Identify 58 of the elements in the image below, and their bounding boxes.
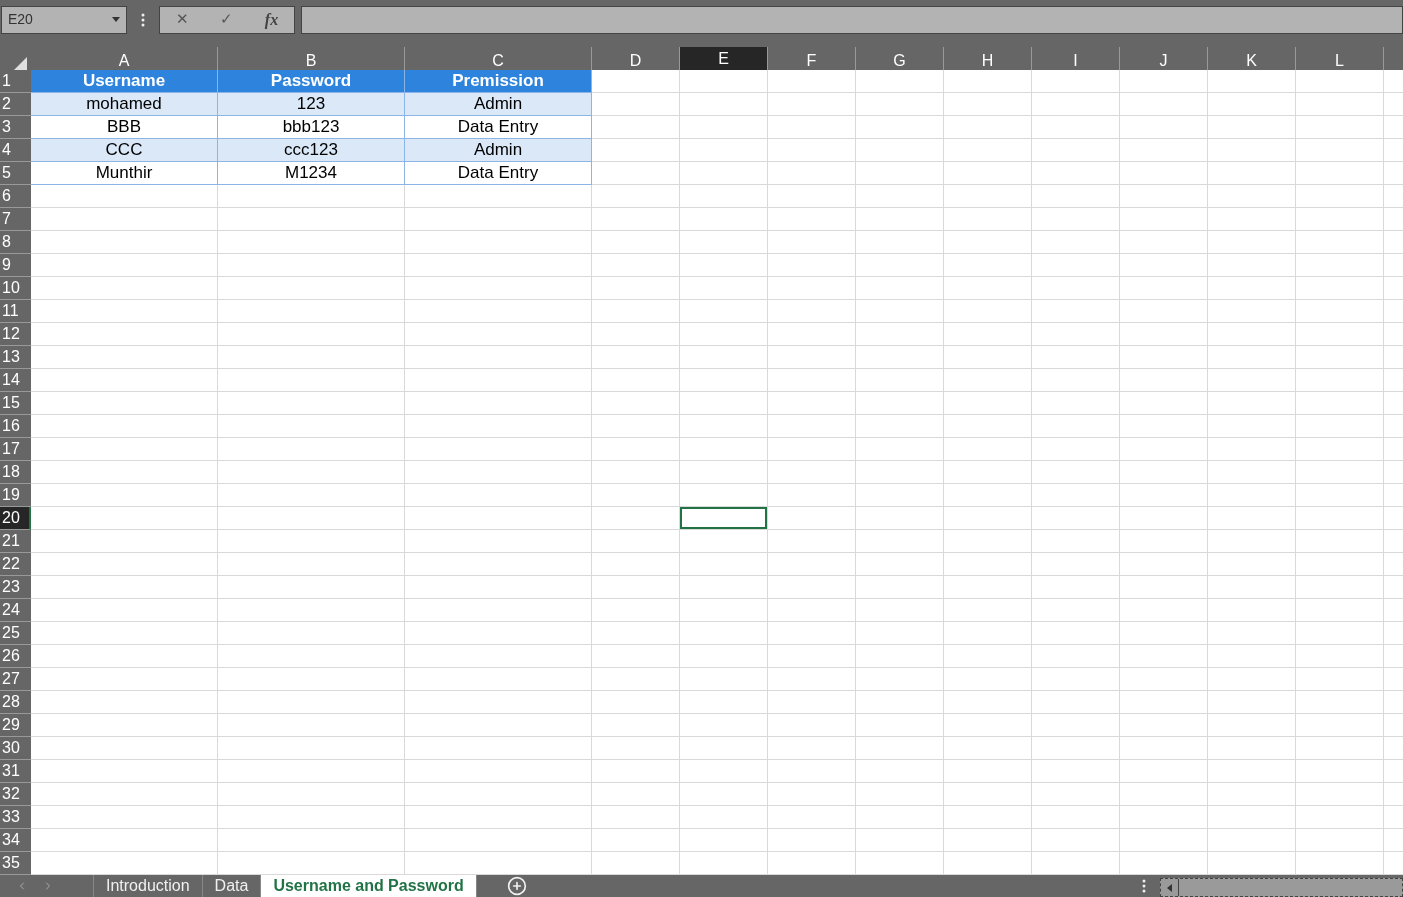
row-header[interactable]: 11 xyxy=(0,300,31,323)
table-cell: Admin xyxy=(405,139,591,161)
row-header[interactable]: 18 xyxy=(0,461,31,484)
row-header[interactable]: 29 xyxy=(0,714,31,737)
row-header[interactable]: 16 xyxy=(0,415,31,438)
name-box[interactable]: E20 xyxy=(1,5,127,34)
row-header[interactable]: 3 xyxy=(0,116,31,139)
table-cell: Admin xyxy=(405,93,591,115)
row-header[interactable]: 13 xyxy=(0,346,31,369)
table-cell: mohamed xyxy=(31,93,217,115)
row-header[interactable]: 34 xyxy=(0,829,31,852)
add-sheet-icon[interactable] xyxy=(506,876,527,896)
row-header[interactable]: 30 xyxy=(0,737,31,760)
row-header[interactable]: 19 xyxy=(0,484,31,507)
row-header[interactable]: 17 xyxy=(0,438,31,461)
row-header[interactable]: 10 xyxy=(0,277,31,300)
row-header[interactable]: 5 xyxy=(0,162,31,185)
column-title: Username xyxy=(31,70,217,92)
table-cell: 123 xyxy=(218,93,404,115)
more-options-icon[interactable] xyxy=(141,12,145,27)
row-header[interactable]: 6 xyxy=(0,185,31,208)
scroll-left-icon[interactable] xyxy=(1167,883,1172,892)
row-header[interactable]: 28 xyxy=(0,691,31,714)
row-header[interactable]: 2 xyxy=(0,93,31,116)
enter-button[interactable]: ✓ xyxy=(220,8,234,31)
row-header[interactable]: 24 xyxy=(0,599,31,622)
row-header[interactable]: 25 xyxy=(0,622,31,645)
row-header[interactable]: 32 xyxy=(0,783,31,806)
row-header[interactable]: 31 xyxy=(0,760,31,783)
row-header[interactable]: 8 xyxy=(0,231,31,254)
dropdown-arrow-icon xyxy=(112,17,120,22)
row-header[interactable]: 23 xyxy=(0,576,31,599)
insert-function-button[interactable]: fx xyxy=(264,7,279,32)
row-header[interactable]: 15 xyxy=(0,392,31,415)
row-header[interactable]: 9 xyxy=(0,254,31,277)
selected-cell[interactable] xyxy=(680,507,767,529)
row-header[interactable]: 22 xyxy=(0,553,31,576)
horizontal-scrollbar[interactable] xyxy=(1160,878,1403,897)
row-header[interactable]: 27 xyxy=(0,668,31,691)
sheet-tab[interactable]: Introduction xyxy=(94,875,203,897)
row-header[interactable]: 35 xyxy=(0,852,31,875)
cancel-button[interactable]: ✕ xyxy=(175,8,189,31)
column-title: Password xyxy=(218,70,404,92)
table-cell: CCC xyxy=(31,139,217,161)
row-header[interactable]: 14 xyxy=(0,369,31,392)
row-header[interactable]: 4 xyxy=(0,139,31,162)
row-header[interactable]: 1 xyxy=(0,70,31,93)
row-header[interactable]: 7 xyxy=(0,208,31,231)
row-header[interactable]: 21 xyxy=(0,530,31,553)
splitter-handle-icon[interactable] xyxy=(1142,879,1146,893)
row-header[interactable]: 26 xyxy=(0,645,31,668)
row-header[interactable]: 20 xyxy=(0,507,31,530)
table-cell: ccc123 xyxy=(218,139,404,161)
formula-input[interactable] xyxy=(301,5,1403,34)
sheet-tab[interactable]: Username and Password xyxy=(261,875,477,897)
row-header[interactable]: 33 xyxy=(0,806,31,829)
column-title: Premission xyxy=(405,70,591,92)
row-header[interactable]: 12 xyxy=(0,323,31,346)
